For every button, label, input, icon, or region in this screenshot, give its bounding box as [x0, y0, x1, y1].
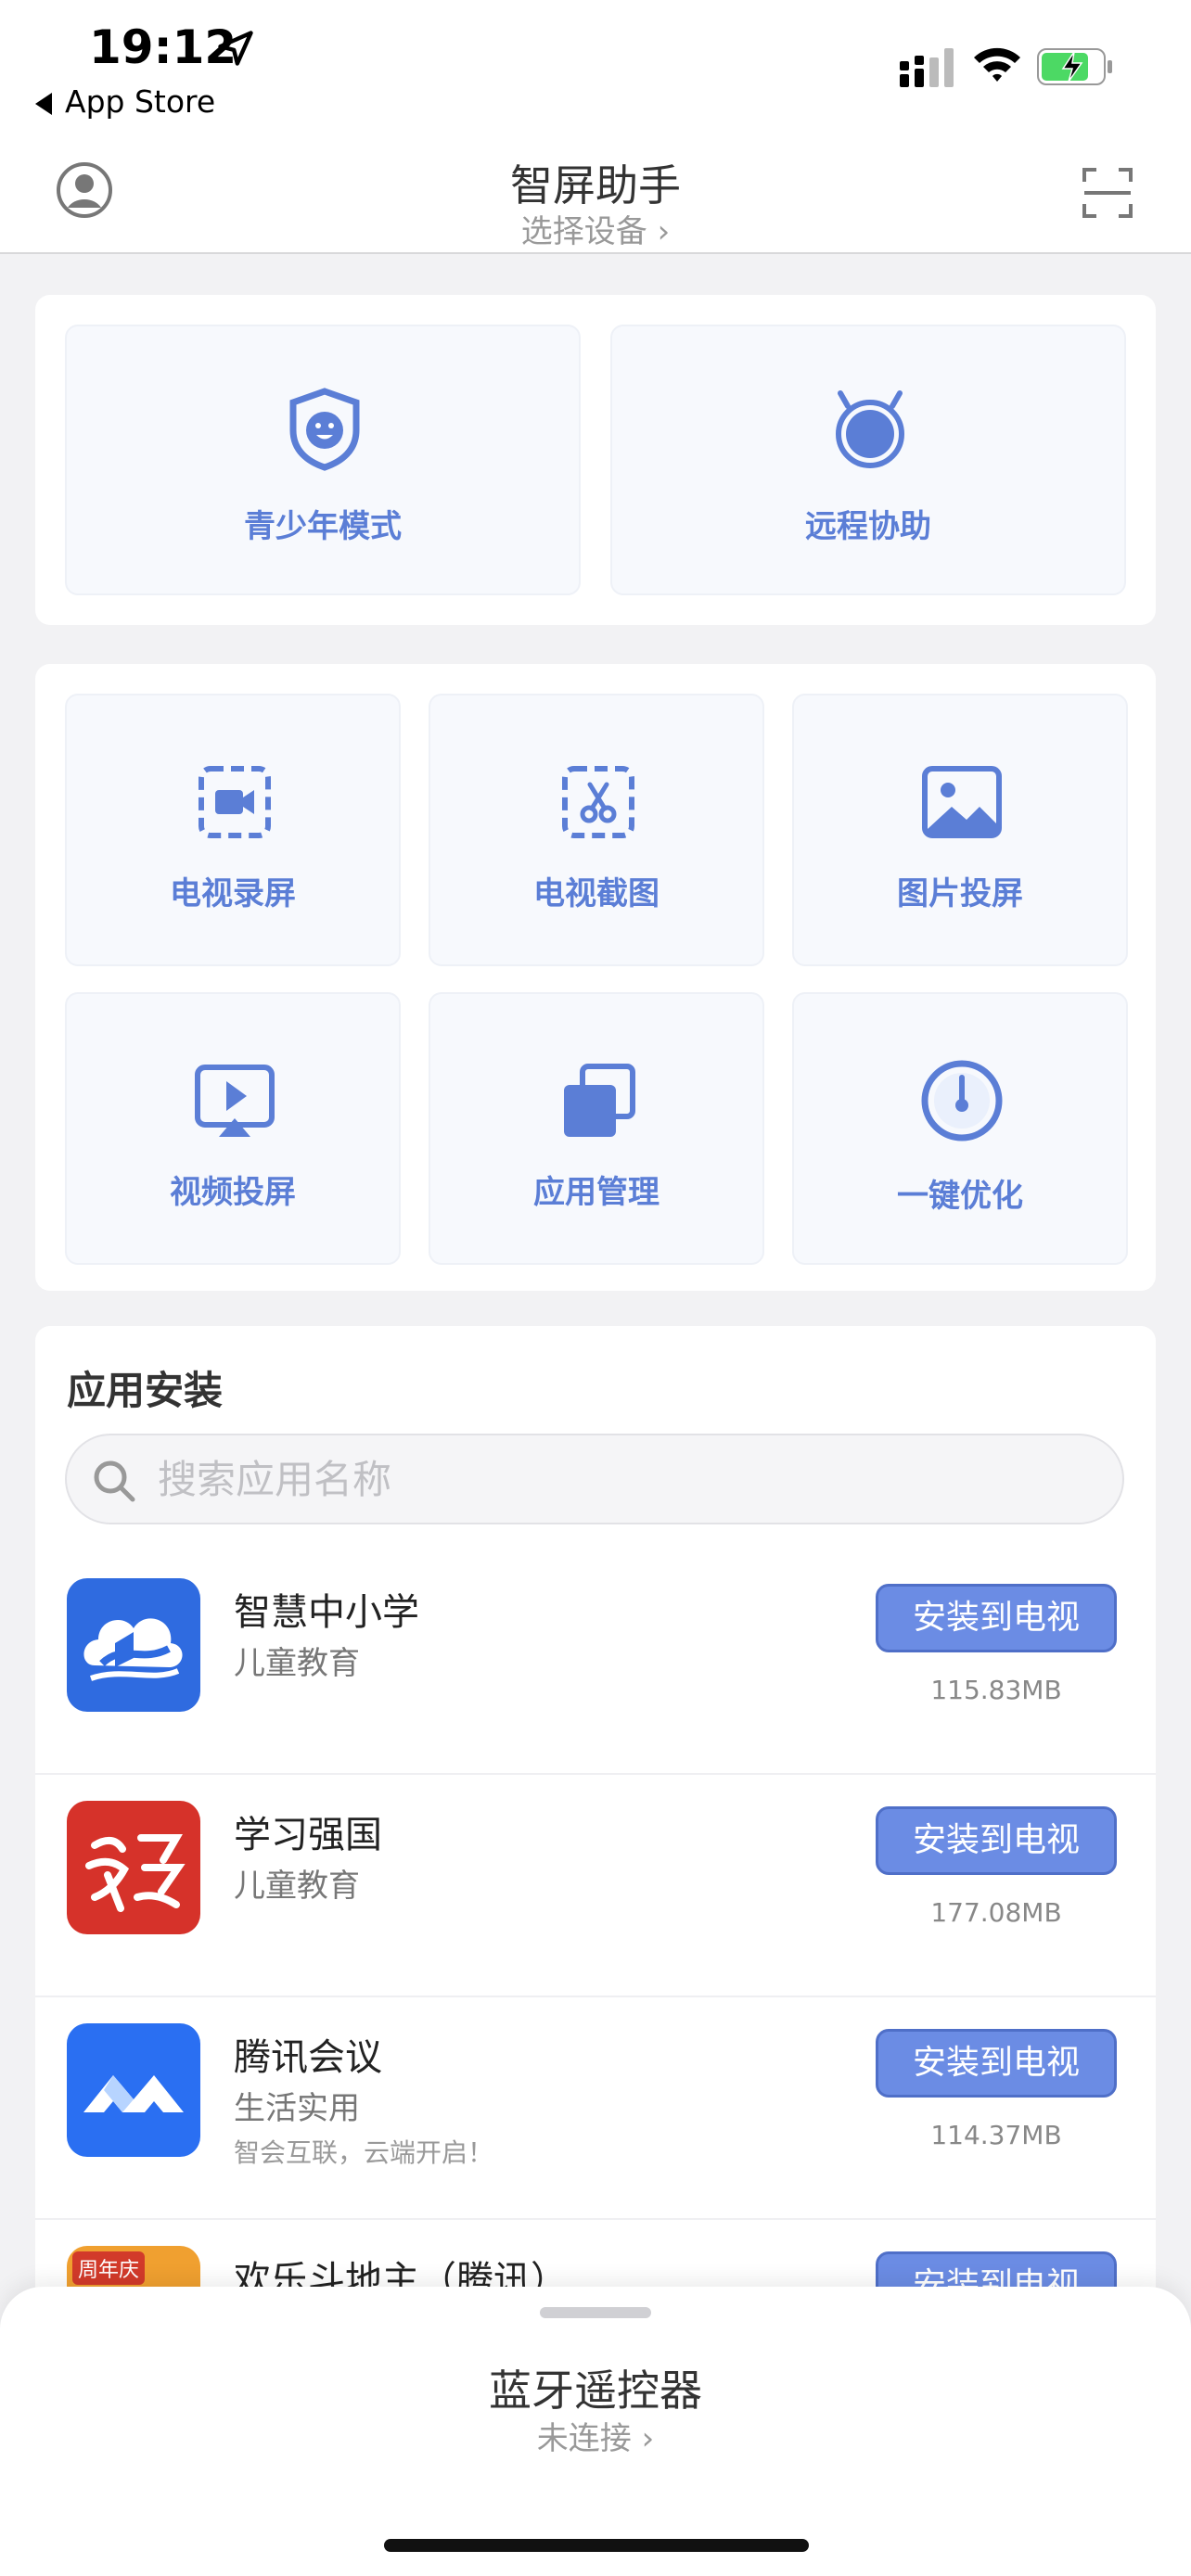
zhihui-app-icon [67, 1578, 200, 1712]
image-cast-icon [922, 766, 1002, 838]
app-name: 智慧中小学 [234, 1591, 419, 1634]
location-arrow-icon [218, 31, 253, 66]
optimize-icon [921, 1060, 1003, 1141]
cellular-signal-icon [900, 48, 954, 87]
anniversary-badge: 周年庆 [72, 2251, 146, 2285]
image-cast-label: 图片投屏 [897, 875, 1023, 912]
bluetooth-remote-title: 蓝牙遥控器 [489, 2366, 702, 2416]
app-size: 177.08MB [930, 1897, 1062, 1928]
install-to-tv-button[interactable]: 安装到电视 [876, 1806, 1117, 1875]
battery-charging-icon [1037, 48, 1112, 85]
app-category: 儿童教育 [234, 1868, 360, 1905]
app-manage-tile[interactable]: 应用管理 [429, 992, 764, 1265]
remote-assist-label: 远程协助 [805, 508, 931, 545]
status-bar: 19:12 App Store [0, 0, 1191, 139]
app-row[interactable]: 腾讯会议 生活实用 智会互联，云端开启！ 安装到电视 114.37MB [35, 1997, 1156, 2220]
xuexi-app-icon [67, 1801, 200, 1934]
wifi-icon [974, 47, 1020, 82]
tv-screenshot-label: 电视截图 [533, 875, 660, 912]
app-manage-icon [564, 1064, 635, 1137]
install-to-tv-button[interactable]: 安装到电视 [876, 1584, 1117, 1652]
quick-actions-card: 青少年模式 远程协助 [35, 295, 1156, 625]
back-label: App Store [65, 83, 216, 120]
app-category: 生活实用 [234, 2090, 360, 2127]
back-to-app-store[interactable]: App Store [35, 83, 215, 120]
app-row[interactable]: 智慧中小学 儿童教育 安装到电视 115.83MB [35, 1552, 1156, 1775]
app-name: 腾讯会议 [234, 2036, 382, 2079]
bluetooth-remote-sheet[interactable]: 蓝牙遥控器 未连接 › [0, 2287, 1191, 2576]
teen-mode-label: 青少年模式 [244, 508, 402, 545]
tools-card: 电视录屏 电视截图 图片投屏 视频投屏 应用管理 一键优化 [35, 664, 1156, 1291]
tv-record-tile[interactable]: 电视录屏 [65, 694, 401, 966]
screen-record-icon [198, 766, 271, 838]
search-icon [94, 1460, 135, 1502]
video-cast-icon [195, 1065, 275, 1137]
image-cast-tile[interactable]: 图片投屏 [792, 694, 1128, 966]
teen-mode-tile[interactable]: 青少年模式 [65, 325, 581, 595]
remote-assist-icon [836, 390, 904, 468]
scan-icon[interactable] [1082, 167, 1133, 219]
shield-smile-icon [289, 388, 360, 471]
screenshot-icon [562, 766, 634, 838]
video-cast-label: 视频投屏 [170, 1174, 296, 1211]
tv-record-label: 电视录屏 [170, 875, 296, 912]
optimize-label: 一键优化 [897, 1178, 1023, 1215]
app-size: 114.37MB [930, 2120, 1062, 2150]
tencent-meeting-app-icon [67, 2023, 200, 2157]
remote-assist-tile[interactable]: 远程协助 [610, 325, 1126, 595]
back-arrow-icon [35, 92, 52, 115]
app-row[interactable]: 学习强国 儿童教育 安装到电视 177.08MB [35, 1775, 1156, 1997]
app-name: 学习强国 [234, 1814, 382, 1856]
optimize-tile[interactable]: 一键优化 [792, 992, 1128, 1265]
app-install-title: 应用安装 [67, 1368, 224, 1413]
search-bar[interactable] [65, 1434, 1124, 1524]
home-indicator [384, 2539, 809, 2552]
tv-screenshot-tile[interactable]: 电视截图 [429, 694, 764, 966]
select-device-link[interactable]: 选择设备 › [0, 206, 1191, 251]
video-cast-tile[interactable]: 视频投屏 [65, 992, 401, 1265]
bluetooth-status-link[interactable]: 未连接 › [0, 2413, 1191, 2458]
sheet-grabber[interactable] [540, 2307, 651, 2318]
install-to-tv-button[interactable]: 安装到电视 [876, 2029, 1117, 2098]
app-description: 智会互联，云端开启！ [234, 2137, 494, 2168]
app-manage-label: 应用管理 [533, 1174, 660, 1211]
app-size: 115.83MB [930, 1675, 1062, 1705]
search-input[interactable] [158, 1448, 1085, 1510]
nav-bar: 智屏助手 选择设备 › [0, 139, 1191, 254]
page-title: 智屏助手 [510, 160, 681, 210]
app-category: 儿童教育 [234, 1645, 360, 1682]
